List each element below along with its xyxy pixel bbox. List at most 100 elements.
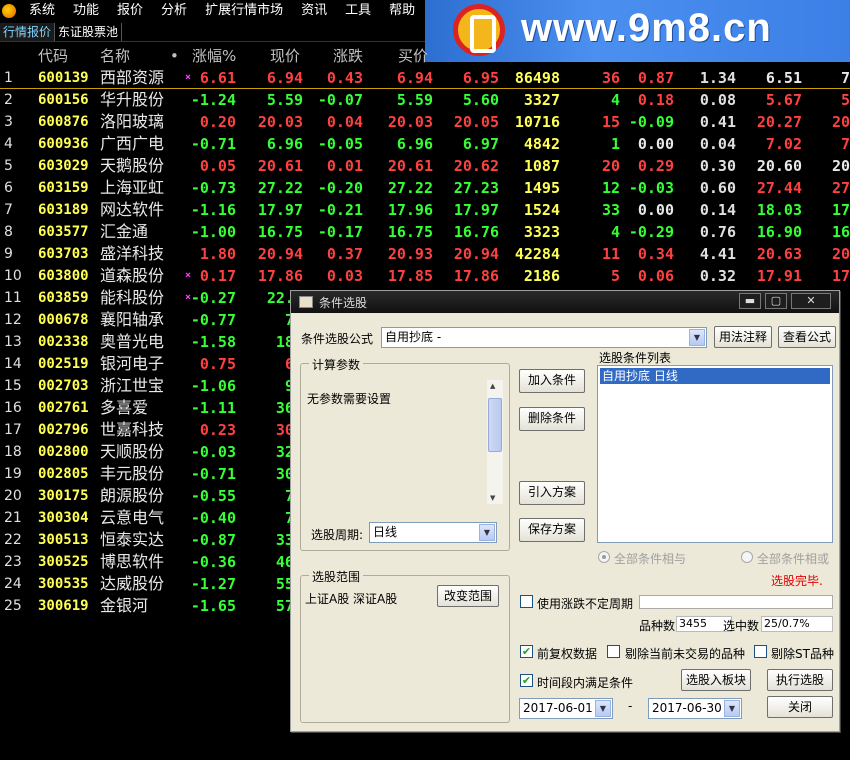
volume-cell: 3323 [523, 223, 560, 241]
menu-help[interactable]: 帮助 [380, 0, 424, 22]
stock-code: 002338 [38, 334, 89, 350]
tab-stock-pool[interactable]: 东证股票池 [55, 23, 123, 41]
price-cell: 17.86 [257, 267, 303, 285]
table-row[interactable]: 2 600156 华升股份 -1.24 5.59 -0.07 5.59 5.60 3327 4 0.… [0, 89, 850, 111]
radio-and[interactable] [598, 551, 610, 563]
tab-quotes[interactable]: 行情报价 [0, 23, 56, 41]
adjust-data-checkbox[interactable]: ✔ [520, 645, 533, 658]
params-text: 无参数需要设置 [307, 392, 392, 406]
chevron-down-icon[interactable]: ▼ [724, 700, 740, 717]
table-row[interactable]: 4 600936 广西广电 -0.71 6.96 -0.05 6.96 6.97 4842 1 0.… [0, 133, 850, 155]
table-row[interactable]: 10 603800 道森股份 × 0.17 17.86 0.03 17.85 17.86 2186… [0, 265, 850, 287]
execute-button[interactable]: 执行选股 [767, 669, 833, 691]
scroll-down-icon[interactable]: ▼ [490, 494, 495, 502]
header-buy[interactable]: 买价 [398, 45, 428, 67]
selected-value: 25/0.7% [761, 616, 833, 632]
current-volume-cell: 33 [601, 201, 620, 219]
exclude-st-checkbox[interactable] [754, 645, 767, 658]
add-condition-button[interactable]: 加入条件 [519, 369, 585, 393]
close-icon[interactable]: ✕ [791, 293, 831, 309]
stock-name: 浙江世宝 [100, 376, 165, 395]
row-index: 14 [4, 356, 22, 372]
change-range-button[interactable]: 改变范围 [437, 585, 499, 607]
change-pct-cell: 0.23 [199, 421, 236, 439]
stock-name: 博思软件 [100, 552, 165, 571]
chevron-down-icon[interactable]: ▼ [689, 329, 705, 346]
menu-quote[interactable]: 报价 [108, 0, 152, 22]
dialog-icon [299, 296, 313, 308]
uncertain-period-checkbox[interactable] [520, 595, 533, 608]
table-row[interactable]: 3 600876 洛阳玻璃 0.20 20.03 0.04 20.03 20.05 10716 1… [0, 111, 850, 133]
open-price-cell: 7.02 [765, 135, 802, 153]
stock-name: 襄阳轴承 [100, 310, 165, 329]
change-pct-cell: -1.24 [190, 91, 236, 109]
range-group-title: 选股范围 [309, 568, 364, 585]
scroll-thumb[interactable] [488, 398, 502, 452]
scroll-up-icon[interactable]: ▲ [490, 382, 495, 390]
menu-tools[interactable]: 工具 [336, 0, 380, 22]
date-to-picker[interactable]: 2017-06-30 ▼ [648, 698, 742, 719]
formula-label: 条件选股公式 [301, 332, 374, 346]
close-button[interactable]: 关闭 [767, 696, 833, 718]
maximize-button[interactable]: ▢ [765, 293, 787, 309]
volume-cell: 1495 [523, 179, 560, 197]
table-row[interactable]: 5 603029 天鹅股份 0.05 20.61 0.01 20.61 20.62 1087 20… [0, 155, 850, 177]
change-pct-cell: -0.71 [190, 135, 236, 153]
price-cell: 5.59 [266, 91, 303, 109]
row-index: 5 [4, 158, 13, 174]
radio-or[interactable] [741, 551, 753, 563]
stock-code: 603703 [38, 246, 89, 262]
volume-cell: 10716 [514, 113, 560, 131]
menu-extended-market[interactable]: 扩展行情市场 [196, 0, 292, 22]
params-scrollbar[interactable]: ▲ ▼ [487, 380, 503, 504]
period-condition-checkbox[interactable]: ✔ [520, 674, 533, 687]
sell-price-cell: 17.97 [453, 201, 499, 219]
stock-name: 奥普光电 [100, 332, 165, 351]
condition-list[interactable]: 自用抄底 日线 [597, 365, 833, 543]
change-cell: -0.20 [317, 179, 363, 197]
table-row[interactable]: 1 600139 西部资源 × 6.61 6.94 0.43 6.94 6.95 86498 36 0… [0, 67, 850, 89]
stock-name: 金银河 [100, 596, 149, 615]
save-scheme-button[interactable]: 保存方案 [519, 518, 585, 542]
header-code[interactable]: 代码 [38, 45, 68, 67]
date-from-picker[interactable]: 2017-06-01 ▼ [519, 698, 613, 719]
price-cell: 6.94 [266, 69, 303, 87]
current-volume-cell: 1 [610, 135, 620, 153]
menu-news[interactable]: 资讯 [292, 0, 336, 22]
extra-cell: 17 [831, 267, 850, 285]
header-change[interactable]: 涨跌 [333, 45, 363, 67]
adjust-data-label: 前复权数据 [537, 647, 598, 661]
list-item[interactable]: 自用抄底 日线 [600, 368, 830, 384]
change-pct-cell: 0.05 [199, 157, 236, 175]
menu-function[interactable]: 功能 [64, 0, 108, 22]
import-scheme-button[interactable]: 引入方案 [519, 481, 585, 505]
status-text: 选股完毕. [771, 574, 823, 588]
chevron-down-icon[interactable]: ▼ [479, 524, 495, 541]
exclude-st-label: 剔除ST品种 [771, 647, 834, 661]
change-pct-cell: -0.71 [190, 465, 236, 483]
header-change-pct[interactable]: 涨幅% [192, 45, 236, 67]
header-name[interactable]: 名称 [100, 45, 130, 67]
table-row[interactable]: 8 603577 汇金通 -1.00 16.75 -0.17 16.75 16.76 3323 4… [0, 221, 850, 243]
formula-select[interactable]: 自用抄底 - ▼ [381, 327, 707, 348]
period-select[interactable]: 日线 ▼ [369, 522, 497, 543]
stock-screener-dialog: 条件选股 ▬ ▢ ✕ 条件选股公式 自用抄底 - ▼ 用法注释 查看公式 计算参… [290, 290, 840, 732]
view-formula-button[interactable]: 查看公式 [778, 326, 836, 348]
menu-analysis[interactable]: 分析 [152, 0, 196, 22]
row-index: 4 [4, 136, 13, 152]
table-row[interactable]: 7 603189 网达软件 -1.16 17.97 -0.21 17.96 17.97 1524… [0, 199, 850, 221]
chevron-down-icon[interactable]: ▼ [595, 700, 611, 717]
open-price-cell: 20.27 [756, 113, 802, 131]
delete-condition-button[interactable]: 删除条件 [519, 407, 585, 431]
minimize-button[interactable]: ▬ [739, 293, 761, 309]
row-index: 23 [4, 554, 22, 570]
exclude-untraded-checkbox[interactable] [607, 645, 620, 658]
table-row[interactable]: 6 603159 上海亚虹 -0.73 27.22 -0.20 27.22 27.23 1495… [0, 177, 850, 199]
header-price[interactable]: 现价 [270, 45, 300, 67]
table-row[interactable]: 9 603703 盛洋科技 1.80 20.94 0.37 20.93 20.94 42284 1… [0, 243, 850, 265]
usage-notes-button[interactable]: 用法注释 [714, 326, 772, 348]
to-block-button[interactable]: 选股入板块 [681, 669, 751, 691]
dialog-titlebar[interactable]: 条件选股 ▬ ▢ ✕ [291, 291, 839, 313]
menu-system[interactable]: 系统 [20, 0, 64, 22]
price-cell: 20.94 [257, 245, 303, 263]
